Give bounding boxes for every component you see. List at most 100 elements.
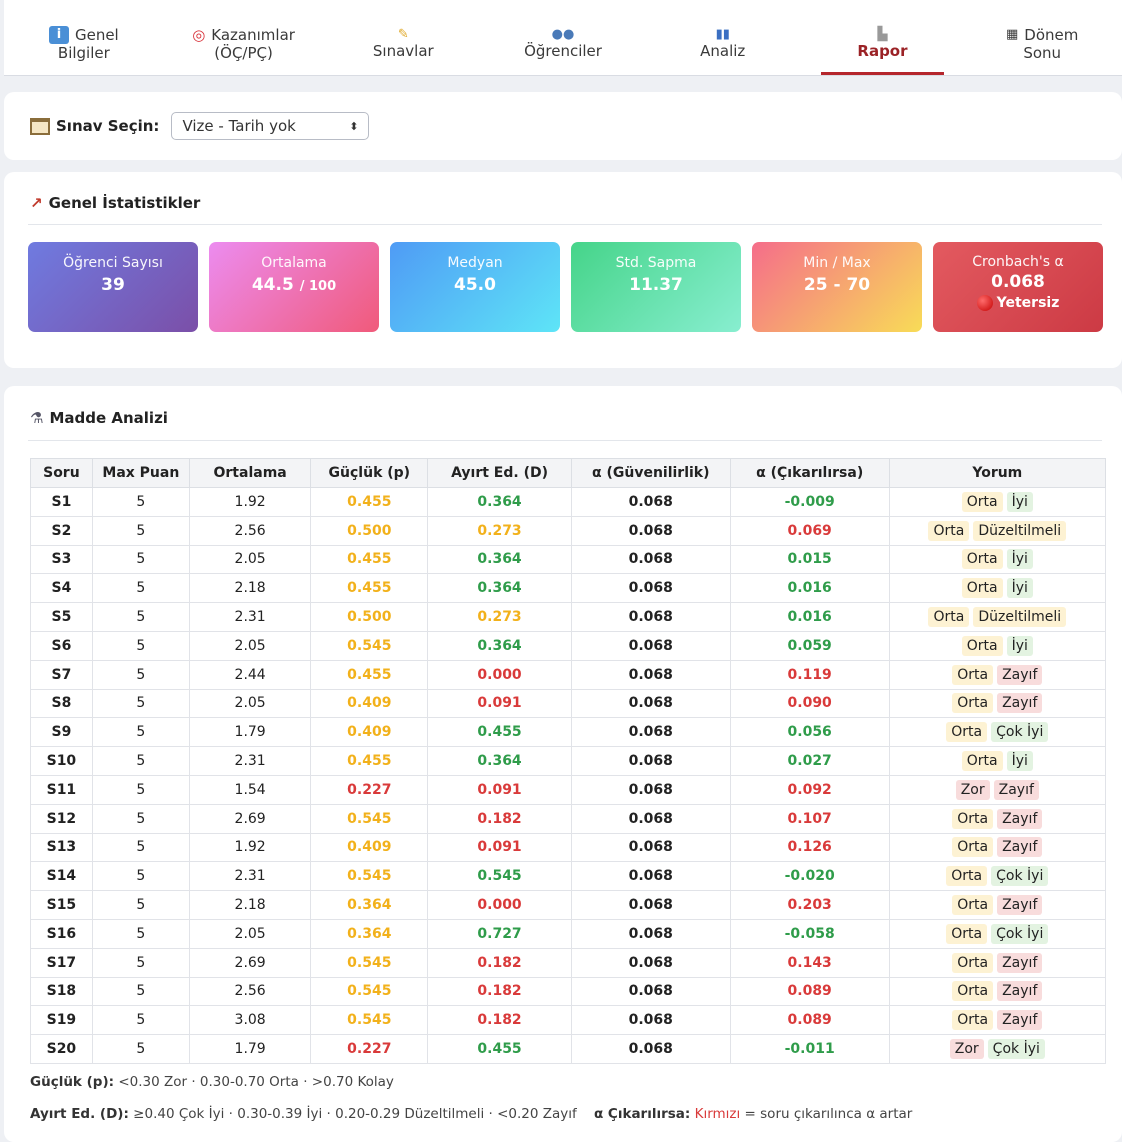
discrimination-value: 0.182 — [427, 803, 572, 834]
difficulty-value: 0.545 — [310, 630, 429, 661]
difficulty-value: 0.455 — [310, 659, 429, 690]
difficulty-value: 0.500 — [310, 602, 429, 632]
discrimination-tag: İyi — [1006, 491, 1033, 512]
difficulty-tag: Orta — [952, 837, 994, 858]
table-row: S13 5 1.92 0.409 0.091 0.068 0.126 Orta Zayıf — [30, 832, 1107, 863]
difficulty-tag: Orta — [961, 491, 1003, 512]
discrimination-value: 0.273 — [427, 515, 572, 546]
alpha-if-removed-value: 0.069 — [729, 515, 890, 546]
table-row: S19 5 3.08 0.545 0.182 0.068 0.089 Orta Zayıf — [30, 1005, 1107, 1036]
difficulty-value: 0.409 — [310, 832, 429, 863]
max-score: 5 — [91, 602, 190, 632]
stat-card-median: Medyan 45.0 — [390, 242, 560, 332]
section-title: Madde Analizi — [49, 409, 168, 427]
discrimination-tag: Düzeltilmeli — [973, 607, 1067, 628]
comment-cell: Orta İyi — [888, 630, 1107, 661]
section-title: Genel İstatistikler — [48, 194, 201, 212]
column-header: Güçlük (p) — [310, 458, 429, 488]
mean-score: 2.05 — [188, 544, 312, 575]
discrimination-value: 0.727 — [427, 918, 572, 949]
table-row: S5 5 2.31 0.500 0.273 0.068 0.016 Orta Düzeltilm… — [30, 602, 1107, 632]
alpha-if-removed-value: 0.027 — [729, 746, 890, 776]
difficulty-value: 0.455 — [310, 573, 429, 604]
trend-chart-icon: ↗ — [30, 194, 43, 212]
difficulty-value: 0.409 — [310, 717, 429, 748]
max-score: 5 — [91, 544, 190, 575]
nav-tabs: i Genel Bilgiler ◎ Kazanımlar (ÖÇ/PÇ) ✎ Sı… — [4, 0, 1122, 76]
question-id: S4 — [30, 573, 93, 604]
comment-cell: Orta Zayıf — [888, 947, 1107, 978]
comment-cell: Orta Düzeltilmeli — [888, 515, 1107, 546]
difficulty-tag: Orta — [952, 1010, 994, 1031]
comment-cell: Orta İyi — [888, 487, 1107, 517]
alpha-if-removed-value: -0.058 — [729, 918, 890, 949]
reliability-value: 0.068 — [570, 659, 731, 690]
difficulty-value: 0.455 — [310, 746, 429, 776]
discrimination-tag: Zayıf — [997, 952, 1043, 973]
table-row: S17 5 2.69 0.545 0.182 0.068 0.143 Orta Zayıf — [30, 947, 1107, 978]
discrimination-value: 0.182 — [427, 976, 572, 1007]
discrimination-tag: Çok İyi — [991, 866, 1049, 887]
alpha-if-removed-value: 0.203 — [729, 890, 890, 920]
chart-icon: ▮▮ — [715, 27, 730, 42]
checkered-flag-icon: ▦ — [1005, 27, 1019, 42]
table-row: S12 5 2.69 0.545 0.182 0.068 0.107 Orta Zayıf — [30, 803, 1107, 834]
mean-score: 2.56 — [188, 976, 312, 1007]
discrimination-value: 0.455 — [427, 717, 572, 748]
alpha-if-removed-value: 0.015 — [729, 544, 890, 575]
tab-ogrenciler[interactable]: ●● Öğrenciler — [483, 0, 643, 75]
max-score: 5 — [91, 630, 190, 661]
discrimination-tag: Zayıf — [997, 664, 1043, 685]
table-row: S10 5 2.31 0.455 0.364 0.068 0.027 Orta İyi — [30, 746, 1107, 776]
tab-kazanimlar[interactable]: ◎ Kazanımlar (ÖÇ/PÇ) — [164, 0, 324, 75]
difficulty-value: 0.227 — [310, 1034, 429, 1064]
alpha-if-removed-value: 0.089 — [729, 1005, 890, 1036]
max-score: 5 — [91, 659, 190, 690]
difficulty-tag: Orta — [928, 520, 970, 541]
table-row: S15 5 2.18 0.364 0.000 0.068 0.203 Orta Zayıf — [30, 890, 1107, 920]
mean-score: 2.18 — [188, 573, 312, 604]
tab-donem-sonu[interactable]: ▦ Dönem Sonu — [962, 0, 1122, 75]
tab-rapor[interactable]: ▙ Rapor — [803, 0, 963, 75]
mean-score: 2.56 — [188, 515, 312, 546]
question-id: S3 — [30, 544, 93, 575]
tab-analiz[interactable]: ▮▮ Analiz — [643, 0, 803, 75]
alpha-if-removed-value: 0.107 — [729, 803, 890, 834]
mean-score: 1.79 — [188, 1034, 312, 1064]
discrimination-tag: Zayıf — [993, 779, 1039, 800]
alpha-if-removed-value: 0.059 — [729, 630, 890, 661]
stat-card-std: Std. Sapma 11.37 — [571, 242, 741, 332]
tab-genel-bilgiler[interactable]: i Genel Bilgiler — [4, 0, 164, 75]
exam-select-dropdown[interactable]: Vize - Tarih yok ⬍ — [171, 112, 370, 140]
max-score: 5 — [91, 861, 190, 892]
discrimination-value: 0.182 — [427, 1005, 572, 1036]
question-id: S11 — [30, 774, 93, 805]
reliability-value: 0.068 — [570, 688, 731, 719]
discrimination-value: 0.455 — [427, 1034, 572, 1064]
info-icon: i — [48, 26, 69, 44]
reliability-value: 0.068 — [570, 717, 731, 748]
column-header: Soru — [30, 458, 93, 488]
difficulty-tag: Orta — [946, 923, 988, 944]
max-score: 5 — [91, 976, 190, 1007]
comment-cell: Orta İyi — [888, 746, 1107, 776]
question-id: S1 — [30, 487, 93, 517]
users-icon: ●● — [551, 27, 575, 42]
mean-score: 1.54 — [188, 774, 312, 805]
discrimination-tag: Çok İyi — [991, 923, 1049, 944]
difficulty-value: 0.545 — [310, 1005, 429, 1036]
difficulty-tag: Orta — [952, 952, 994, 973]
discrimination-value: 0.364 — [427, 746, 572, 776]
stat-card-students: Öğrenci Sayısı 39 — [28, 242, 198, 332]
discrimination-value: 0.000 — [427, 659, 572, 690]
mean-score: 2.31 — [188, 602, 312, 632]
mean-score: 2.44 — [188, 659, 312, 690]
column-header: α (Güvenilirlik) — [570, 458, 731, 488]
mean-score: 2.05 — [188, 918, 312, 949]
tab-sinavlar[interactable]: ✎ Sınavlar — [323, 0, 483, 75]
difficulty-value: 0.545 — [310, 861, 429, 892]
difficulty-tag: Orta — [952, 808, 994, 829]
discrimination-value: 0.182 — [427, 947, 572, 978]
comment-cell: Orta Çok İyi — [888, 861, 1107, 892]
alpha-if-removed-value: 0.016 — [729, 602, 890, 632]
